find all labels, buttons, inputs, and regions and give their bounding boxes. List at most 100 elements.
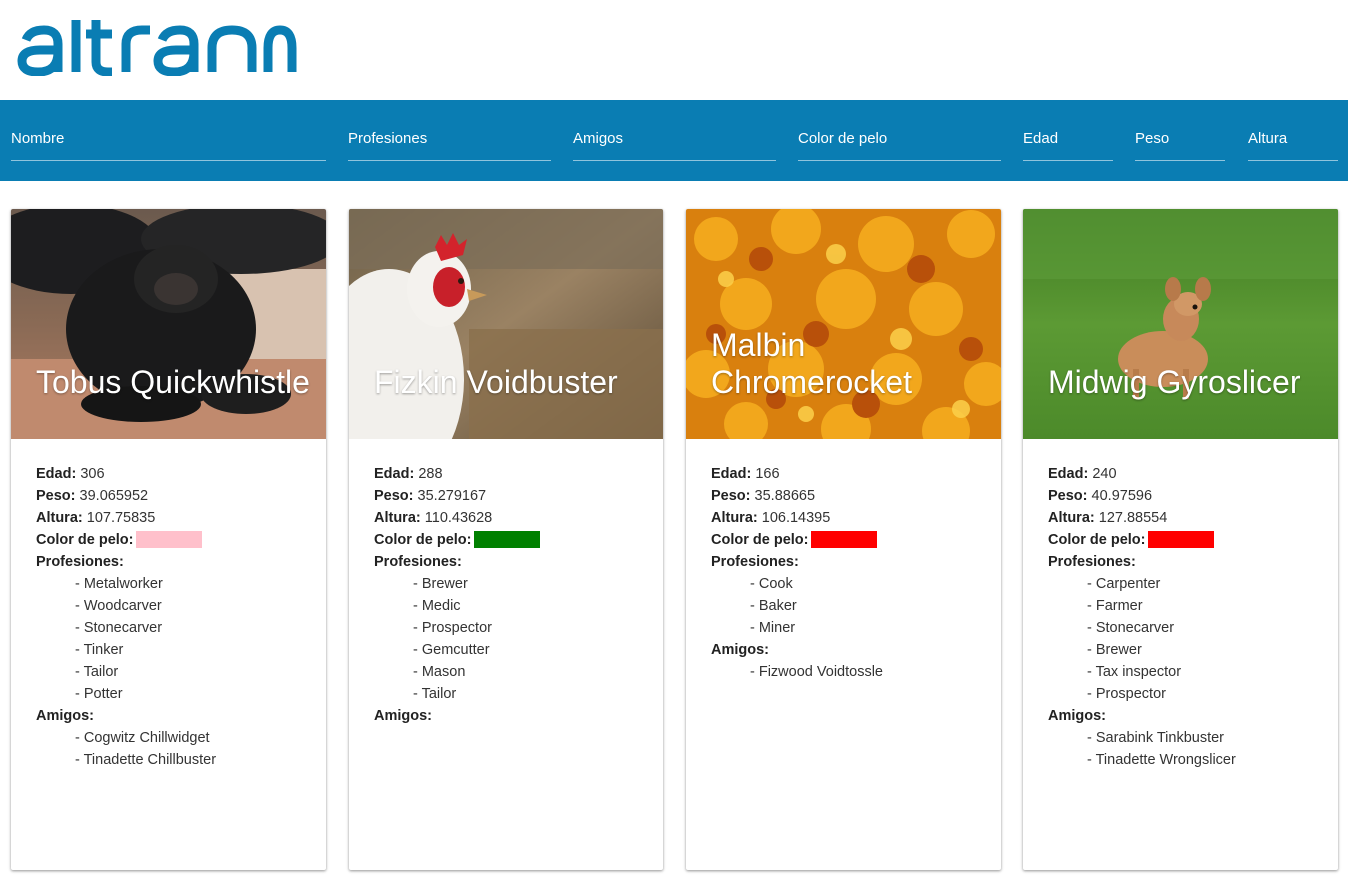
profession-item: - Tinker xyxy=(75,642,124,658)
age-value: 166 xyxy=(755,466,780,482)
height-label: Altura: xyxy=(1048,510,1095,526)
height-label: Altura: xyxy=(374,510,421,526)
profession-item: - Prospector xyxy=(1087,686,1166,702)
card-image: Fizkin Voidbuster xyxy=(349,209,663,439)
weight-label: Peso: xyxy=(36,488,76,504)
profession-item: - Tailor xyxy=(75,664,119,680)
professions-label: Profesiones: xyxy=(711,554,799,570)
card-image: Midwig Gyroslicer xyxy=(1023,209,1338,439)
profession-item: - Prospector xyxy=(413,620,492,636)
professions-filter-input[interactable] xyxy=(348,122,551,154)
card-title: Tobus Quickwhistle xyxy=(36,364,310,400)
altran-logo[interactable] xyxy=(16,18,298,76)
age-label: Edad: xyxy=(711,466,752,482)
card-title: Malbin Chromerocket xyxy=(711,327,912,400)
profession-item: - Medic xyxy=(413,598,461,614)
professions-list: - Cook - Baker - Miner xyxy=(711,573,981,639)
age-label: Edad: xyxy=(1048,466,1089,482)
age-value: 288 xyxy=(418,466,443,482)
hair-color-label: Color de pelo: xyxy=(36,532,134,548)
card-title: Midwig Gyroslicer xyxy=(1048,364,1301,400)
weight-value: 35.88665 xyxy=(754,488,816,504)
card-details: Edad: 306 Peso: 39.065952 Altura: 107.75… xyxy=(36,463,306,771)
professions-list: - Brewer - Medic - Prospector - Gemcutter - … xyxy=(374,573,644,705)
hair-color-swatch xyxy=(474,531,541,548)
friend-item: - Tinadette Chillbuster xyxy=(75,752,217,768)
gnome-card[interactable]: Fizkin Voidbuster Edad: 288 Peso: 35.279… xyxy=(349,209,663,870)
professions-label: Profesiones: xyxy=(36,554,124,570)
gnome-card[interactable]: Tobus Quickwhistle Edad: 306 Peso: 39.06… xyxy=(11,209,326,870)
age-filter xyxy=(1023,122,1113,161)
professions-list: - Carpenter - Farmer - Stonecarver - Brewer… xyxy=(1048,573,1318,705)
rooster-photo xyxy=(349,209,663,439)
profession-item: - Farmer xyxy=(1087,598,1143,614)
card-image: Malbin Chromerocket xyxy=(686,209,1001,439)
friend-item: - Cogwitz Chillwidget xyxy=(75,730,210,746)
hair-color-swatch xyxy=(811,531,878,548)
professions-label: Profesiones: xyxy=(374,554,462,570)
gnome-card[interactable]: Malbin Chromerocket Edad: 166 Peso: 35.8… xyxy=(686,209,1001,870)
weight-filter xyxy=(1135,122,1225,161)
profession-item: - Metalworker xyxy=(75,576,163,592)
profession-item: - Potter xyxy=(75,686,123,702)
hair-color-filter-input[interactable] xyxy=(798,122,1001,154)
profession-item: - Mason xyxy=(413,664,466,680)
height-value: 127.88554 xyxy=(1098,510,1168,526)
profession-item: - Stonecarver xyxy=(1087,620,1175,636)
weight-label: Peso: xyxy=(711,488,751,504)
weight-filter-input[interactable] xyxy=(1135,122,1225,154)
friend-item: - Sarabink Tinkbuster xyxy=(1087,730,1225,746)
friends-list: - Fizwood Voidtossle xyxy=(711,661,981,683)
card-details: Edad: 288 Peso: 35.279167 Altura: 110.43… xyxy=(374,463,644,727)
height-filter-input[interactable] xyxy=(1248,122,1338,154)
professions-filter xyxy=(348,122,551,161)
card-image: Tobus Quickwhistle xyxy=(11,209,326,439)
friends-filter xyxy=(573,122,776,161)
friend-item: - Fizwood Voidtossle xyxy=(750,664,883,680)
name-filter xyxy=(11,122,326,161)
height-label: Altura: xyxy=(711,510,758,526)
profession-item: - Miner xyxy=(750,620,796,636)
name-filter-input[interactable] xyxy=(11,122,326,154)
professions-label: Profesiones: xyxy=(1048,554,1136,570)
height-value: 106.14395 xyxy=(761,510,831,526)
age-value: 306 xyxy=(80,466,105,482)
profession-item: - Cook xyxy=(750,576,793,592)
profession-item: - Brewer xyxy=(1087,642,1142,658)
age-label: Edad: xyxy=(374,466,415,482)
weight-label: Peso: xyxy=(374,488,414,504)
profession-item: - Carpenter xyxy=(1087,576,1161,592)
card-details: Edad: 166 Peso: 35.88665 Altura: 106.143… xyxy=(711,463,981,683)
hair-color-swatch xyxy=(136,531,203,548)
friends-label: Amigos: xyxy=(36,708,94,724)
age-filter-input[interactable] xyxy=(1023,122,1113,154)
profession-item: - Tax inspector xyxy=(1087,664,1182,680)
profession-item: - Stonecarver xyxy=(75,620,163,636)
card-title: Fizkin Voidbuster xyxy=(374,364,618,400)
hair-color-filter xyxy=(798,122,1001,161)
filter-bar xyxy=(0,100,1348,181)
friends-list: - Sarabink Tinkbuster - Tinadette Wrongsl… xyxy=(1048,727,1318,771)
professions-list: - Metalworker - Woodcarver - Stonecarver - … xyxy=(36,573,306,705)
weight-value: 35.279167 xyxy=(417,488,487,504)
height-value: 110.43628 xyxy=(424,510,493,526)
friends-label: Amigos: xyxy=(1048,708,1106,724)
profession-item: - Brewer xyxy=(413,576,468,592)
friends-label: Amigos: xyxy=(711,642,769,658)
profession-item: - Gemcutter xyxy=(413,642,490,658)
friends-filter-input[interactable] xyxy=(573,122,776,154)
weight-value: 40.97596 xyxy=(1091,488,1153,504)
gnome-card[interactable]: Midwig Gyroslicer Edad: 240 Peso: 40.975… xyxy=(1023,209,1338,870)
chimpanzee-photo xyxy=(11,209,326,439)
age-value: 240 xyxy=(1092,466,1117,482)
card-details: Edad: 240 Peso: 40.97596 Altura: 127.885… xyxy=(1048,463,1318,771)
profession-item: - Baker xyxy=(750,598,797,614)
hair-color-swatch xyxy=(1148,531,1215,548)
weight-value: 39.065952 xyxy=(79,488,149,504)
hair-color-label: Color de pelo: xyxy=(1048,532,1146,548)
height-value: 107.75835 xyxy=(86,510,156,526)
autumn-leaves-photo xyxy=(686,209,1001,439)
height-label: Altura: xyxy=(36,510,83,526)
fawn-on-grass-photo xyxy=(1023,209,1338,439)
hair-color-label: Color de pelo: xyxy=(711,532,809,548)
